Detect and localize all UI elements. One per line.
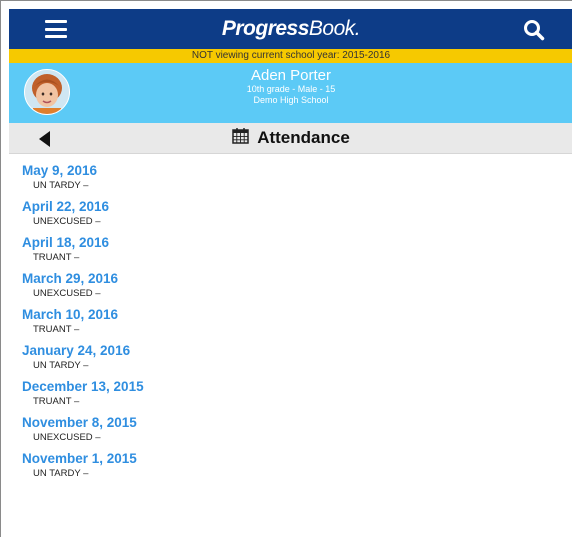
attendance-date[interactable]: April 22, 2016 <box>22 198 572 215</box>
top-navigation-bar: ProgressBook. <box>9 9 572 49</box>
brand-text-light: Book. <box>308 17 361 40</box>
attendance-entry[interactable]: November 1, 2015 UN TARDY – <box>22 450 572 480</box>
attendance-type: UNEXCUSED – <box>33 216 101 227</box>
calendar-icon <box>232 127 249 149</box>
search-icon[interactable] <box>523 19 545 41</box>
attendance-date[interactable]: December 13, 2015 <box>22 378 572 395</box>
attendance-type: TRUANT – <box>33 396 80 407</box>
attendance-entry[interactable]: November 8, 2015 UNEXCUSED – <box>22 414 572 444</box>
attendance-list: May 9, 2016 UN TARDY – April 22, 2016 UN… <box>9 154 572 480</box>
hamburger-menu-icon[interactable] <box>45 20 67 38</box>
attendance-type: TRUANT – <box>33 324 80 335</box>
attendance-entry[interactable]: April 18, 2016 TRUANT – <box>22 234 572 264</box>
attendance-date[interactable]: November 1, 2015 <box>22 450 572 467</box>
progressbook-logo: ProgressBook. <box>221 17 361 41</box>
student-avatar <box>24 69 70 115</box>
attendance-date[interactable]: January 24, 2016 <box>22 342 572 359</box>
brand-text-bold: Progress <box>221 17 310 40</box>
attendance-type: UN TARDY – <box>33 468 89 479</box>
student-school: Demo High School <box>253 95 329 105</box>
attendance-date[interactable]: May 9, 2016 <box>22 162 572 179</box>
attendance-type: UN TARDY – <box>33 180 89 191</box>
attendance-type: TRUANT – <box>33 252 80 263</box>
page-header-bar: Attendance <box>9 123 572 154</box>
attendance-type: UN TARDY – <box>33 360 89 371</box>
attendance-entry[interactable]: January 24, 2016 UN TARDY – <box>22 342 572 372</box>
attendance-date[interactable]: March 29, 2016 <box>22 270 572 287</box>
attendance-date[interactable]: March 10, 2016 <box>22 306 572 323</box>
attendance-type: UNEXCUSED – <box>33 288 101 299</box>
screenshot-frame: ProgressBook. NOT viewing current school… <box>0 0 572 537</box>
app-window: ProgressBook. NOT viewing current school… <box>9 9 572 537</box>
student-header: Aden Porter 10th grade - Male - 15 Demo … <box>9 63 572 123</box>
back-arrow-icon[interactable] <box>39 131 51 147</box>
attendance-entry[interactable]: March 10, 2016 TRUANT – <box>22 306 572 336</box>
school-year-warning-banner: NOT viewing current school year: 2015-20… <box>9 49 572 63</box>
attendance-entry[interactable]: March 29, 2016 UNEXCUSED – <box>22 270 572 300</box>
page-title-text: Attendance <box>257 128 350 147</box>
attendance-entry[interactable]: May 9, 2016 UN TARDY – <box>22 162 572 192</box>
student-details: 10th grade - Male - 15 <box>246 84 336 94</box>
attendance-date[interactable]: November 8, 2015 <box>22 414 572 431</box>
attendance-date[interactable]: April 18, 2016 <box>22 234 572 251</box>
attendance-type: UNEXCUSED – <box>33 432 101 443</box>
page-title: Attendance <box>232 127 350 149</box>
attendance-entry[interactable]: December 13, 2015 TRUANT – <box>22 378 572 408</box>
attendance-entry[interactable]: April 22, 2016 UNEXCUSED – <box>22 198 572 228</box>
student-name: Aden Porter <box>250 67 332 84</box>
